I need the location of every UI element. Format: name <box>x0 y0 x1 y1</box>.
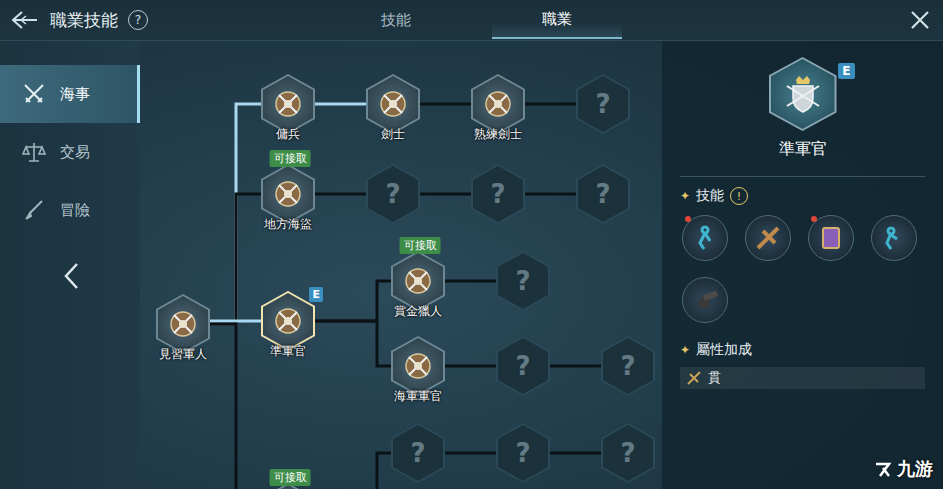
job-emblem-icon <box>401 264 435 298</box>
job-emblem-icon <box>481 87 515 121</box>
job-node[interactable]: 見習軍人 <box>156 294 210 354</box>
alert-badge: ! <box>730 187 748 205</box>
watermark-logo-icon <box>872 458 894 480</box>
job-node[interactable]: 海軍軍官 <box>391 336 445 396</box>
job-node[interactable]: ? <box>391 423 445 483</box>
skill-slot[interactable] <box>682 277 728 323</box>
job-emblem-icon <box>401 349 435 383</box>
job-portrait: E <box>769 57 837 131</box>
sidebar-item[interactable]: 交易 <box>0 123 140 181</box>
equipped-badge: E <box>838 63 854 79</box>
brush-icon <box>22 198 46 222</box>
scale-icon <box>22 140 46 164</box>
job-detail-panel: E 準軍官 ✦技能! ✦屬性加成貫 <box>662 41 943 489</box>
equipped-badge: E <box>309 287 323 302</box>
skill-icon <box>879 223 909 253</box>
job-node[interactable]: 準軍官E <box>261 291 315 351</box>
available-badge: 可接取 <box>270 150 311 167</box>
close-icon[interactable] <box>909 9 931 31</box>
job-node[interactable]: ? <box>471 164 525 224</box>
sidebar-item[interactable]: 海事 <box>0 65 140 123</box>
job-node[interactable]: 熟練劍士 <box>471 74 525 134</box>
tab[interactable]: 技能 <box>331 1 461 39</box>
job-name: 海軍軍官 <box>394 388 442 405</box>
job-name: 見習軍人 <box>159 346 207 363</box>
available-badge: 可接取 <box>400 237 441 254</box>
new-marker <box>685 216 691 222</box>
back-arrow-icon[interactable] <box>10 9 40 31</box>
skill-icon <box>690 223 720 253</box>
attribute-row: 貫 <box>680 367 925 389</box>
job-node[interactable]: 可接取 <box>261 483 315 489</box>
skills-heading: ✦技能! <box>680 187 925 205</box>
job-node[interactable]: ? <box>576 74 630 134</box>
skill-slot[interactable] <box>871 215 917 261</box>
help-button[interactable]: ? <box>128 10 148 30</box>
tab-bar: 技能職業 <box>331 1 622 39</box>
job-node[interactable]: 賞金獵人可接取 <box>391 251 445 311</box>
job-emblem-icon <box>271 87 305 121</box>
job-name: 熟練劍士 <box>474 126 522 143</box>
crossed-swords-icon <box>22 82 46 106</box>
sidebar: 海事交易冒險 <box>0 41 140 489</box>
job-name: 傭兵 <box>276 126 300 143</box>
job-node[interactable]: ? <box>601 336 655 396</box>
new-marker <box>811 216 817 222</box>
skill-icon <box>816 223 846 253</box>
job-emblem-icon <box>166 307 200 341</box>
available-badge: 可接取 <box>270 469 311 486</box>
skill-slot[interactable] <box>682 215 728 261</box>
job-name: 賞金獵人 <box>394 303 442 320</box>
job-node[interactable]: 傭兵 <box>261 74 315 134</box>
job-node[interactable]: ? <box>496 336 550 396</box>
attributes-heading: ✦屬性加成 <box>680 341 925 359</box>
collapse-chevron-icon[interactable] <box>62 261 82 291</box>
job-name: 地方海盜 <box>264 216 312 233</box>
job-title: 準軍官 <box>680 139 925 160</box>
job-node[interactable]: ? <box>576 164 630 224</box>
tab[interactable]: 職業 <box>492 1 622 39</box>
top-bar: 職業技能? 技能職業 <box>0 0 943 41</box>
job-emblem-icon <box>271 177 305 211</box>
skill-slot[interactable] <box>745 215 791 261</box>
sidebar-item[interactable]: 冒險 <box>0 181 140 239</box>
job-node[interactable]: 劍士 <box>366 74 420 134</box>
job-name: 劍士 <box>381 126 405 143</box>
job-name: 準軍官 <box>270 343 306 360</box>
job-node[interactable]: 地方海盜可接取 <box>261 164 315 224</box>
officer-emblem-icon <box>781 72 825 116</box>
job-tree: 見習軍人傭兵劍士熟練劍士?地方海盜可接取???準軍官E賞金獵人可接取?海軍軍官?… <box>140 41 662 489</box>
job-node[interactable]: ? <box>496 251 550 311</box>
window-title: 職業技能 <box>50 9 118 32</box>
skill-icon <box>753 223 783 253</box>
job-emblem-icon <box>376 87 410 121</box>
job-node[interactable]: ? <box>601 423 655 483</box>
attribute-icon <box>686 370 702 386</box>
job-skill-screen: 職業技能?技能職業海事交易冒險見習軍人傭兵劍士熟練劍士?地方海盜可接取???準軍… <box>0 0 943 489</box>
skill-slot[interactable] <box>808 215 854 261</box>
job-emblem-icon <box>271 304 305 338</box>
job-node[interactable]: ? <box>496 423 550 483</box>
watermark: 九游 <box>872 457 933 481</box>
job-node[interactable]: ? <box>366 164 420 224</box>
skill-list <box>680 205 925 341</box>
skill-icon <box>690 285 720 315</box>
